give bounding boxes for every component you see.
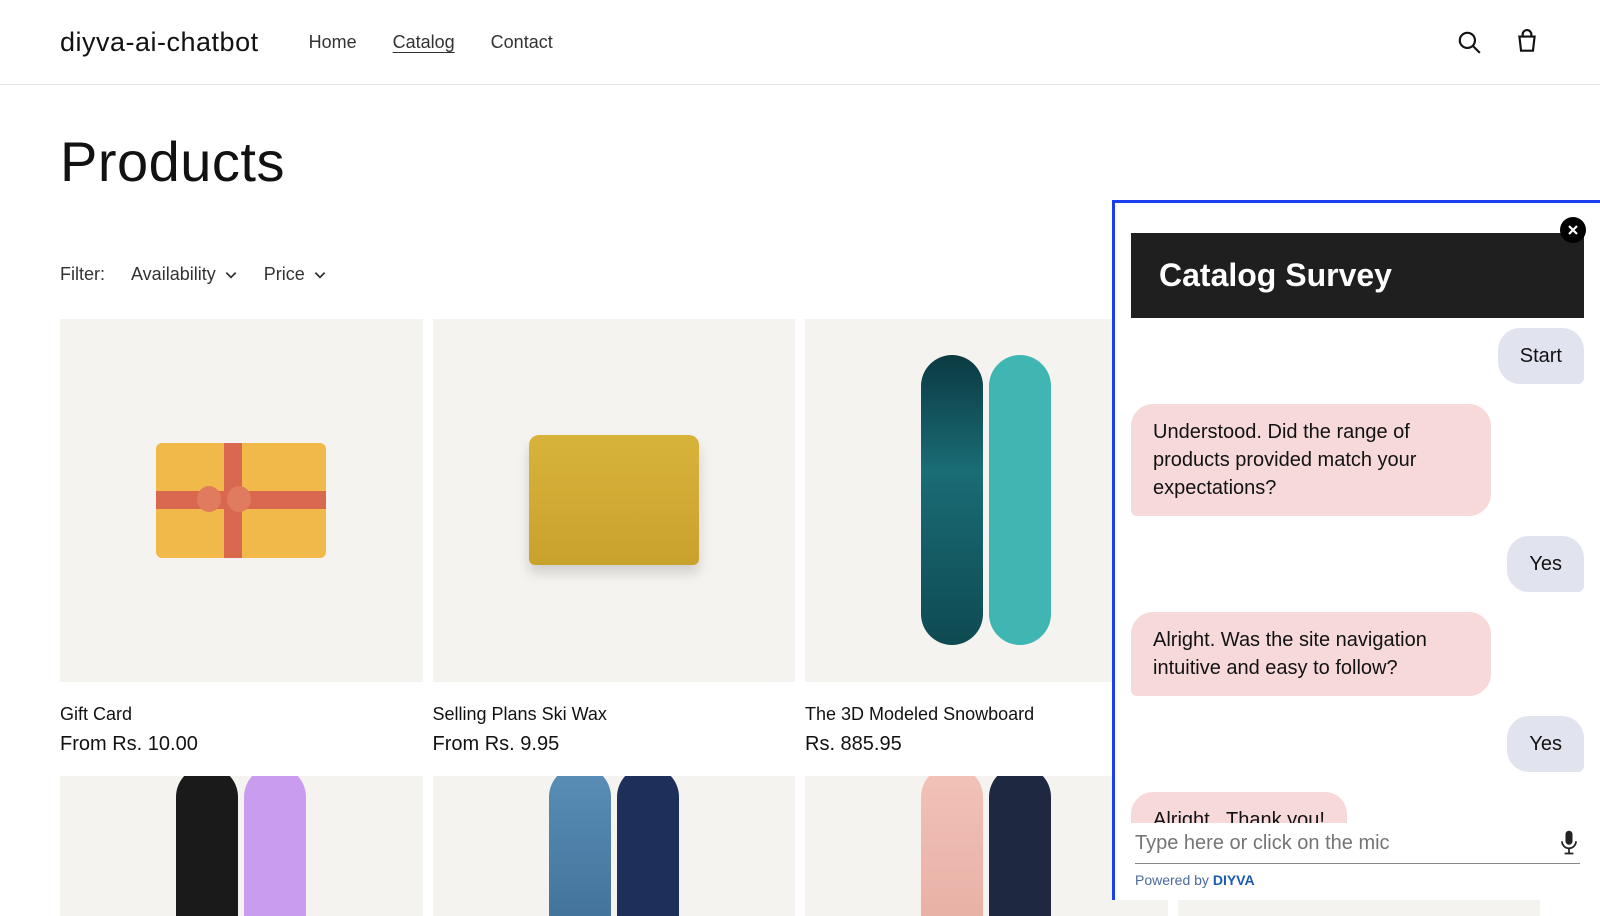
filter-availability-label: Availability [131,264,216,285]
filter-price[interactable]: Price [264,264,327,285]
chat-msg-user: Start [1498,328,1584,384]
chat-footer: Powered by DIYVA [1115,864,1600,900]
nav-contact[interactable]: Contact [491,32,553,53]
nav-catalog[interactable]: Catalog [393,32,455,53]
search-icon[interactable] [1456,29,1482,55]
filter-price-label: Price [264,264,305,285]
chat-msg-user: Yes [1507,536,1584,592]
nav-home[interactable]: Home [309,32,357,53]
chat-title: Catalog Survey [1131,233,1584,318]
filter-availability[interactable]: Availability [131,264,238,285]
chevron-down-icon [313,268,327,282]
chat-msg-bot: Alright . Thank you! [1131,792,1347,823]
product-image [433,319,796,682]
cart-icon[interactable] [1514,29,1540,55]
product-title: Selling Plans Ski Wax [433,704,796,725]
product-card[interactable] [60,776,423,916]
filter-label: Filter: [60,264,105,285]
page-title: Products [60,129,1540,194]
main-nav: Home Catalog Contact [309,32,553,53]
product-image [60,776,423,916]
header-icons [1456,29,1540,55]
site-header: diyva-ai-chatbot Home Catalog Contact [0,0,1600,85]
mic-icon[interactable] [1558,829,1580,857]
chat-footer-prefix: Powered by [1135,872,1213,888]
product-title: Gift Card [60,704,423,725]
close-icon [1567,224,1579,236]
product-card[interactable] [433,776,796,916]
chat-messages: Start Understood. Did the range of produ… [1115,318,1600,823]
chevron-down-icon [224,268,238,282]
product-price: From Rs. 10.00 [60,733,423,756]
chat-msg-bot: Alright. Was the site navigation intuiti… [1131,612,1491,696]
chat-text-input[interactable] [1135,832,1558,855]
chat-footer-brand[interactable]: DIYVA [1213,872,1255,888]
chat-msg-user: Yes [1507,716,1584,772]
brand-logo[interactable]: diyva-ai-chatbot [60,27,259,58]
product-image [60,319,423,682]
product-card[interactable]: Selling Plans Ski Wax From Rs. 9.95 [433,319,796,756]
chat-close-button[interactable] [1560,217,1586,243]
product-price: From Rs. 9.95 [433,733,796,756]
product-image [433,776,796,916]
chat-msg-bot: Understood. Did the range of products pr… [1131,404,1491,516]
chat-input-row [1115,823,1600,864]
product-card[interactable]: Gift Card From Rs. 10.00 [60,319,423,756]
chat-widget: Catalog Survey Start Understood. Did the… [1112,200,1600,900]
